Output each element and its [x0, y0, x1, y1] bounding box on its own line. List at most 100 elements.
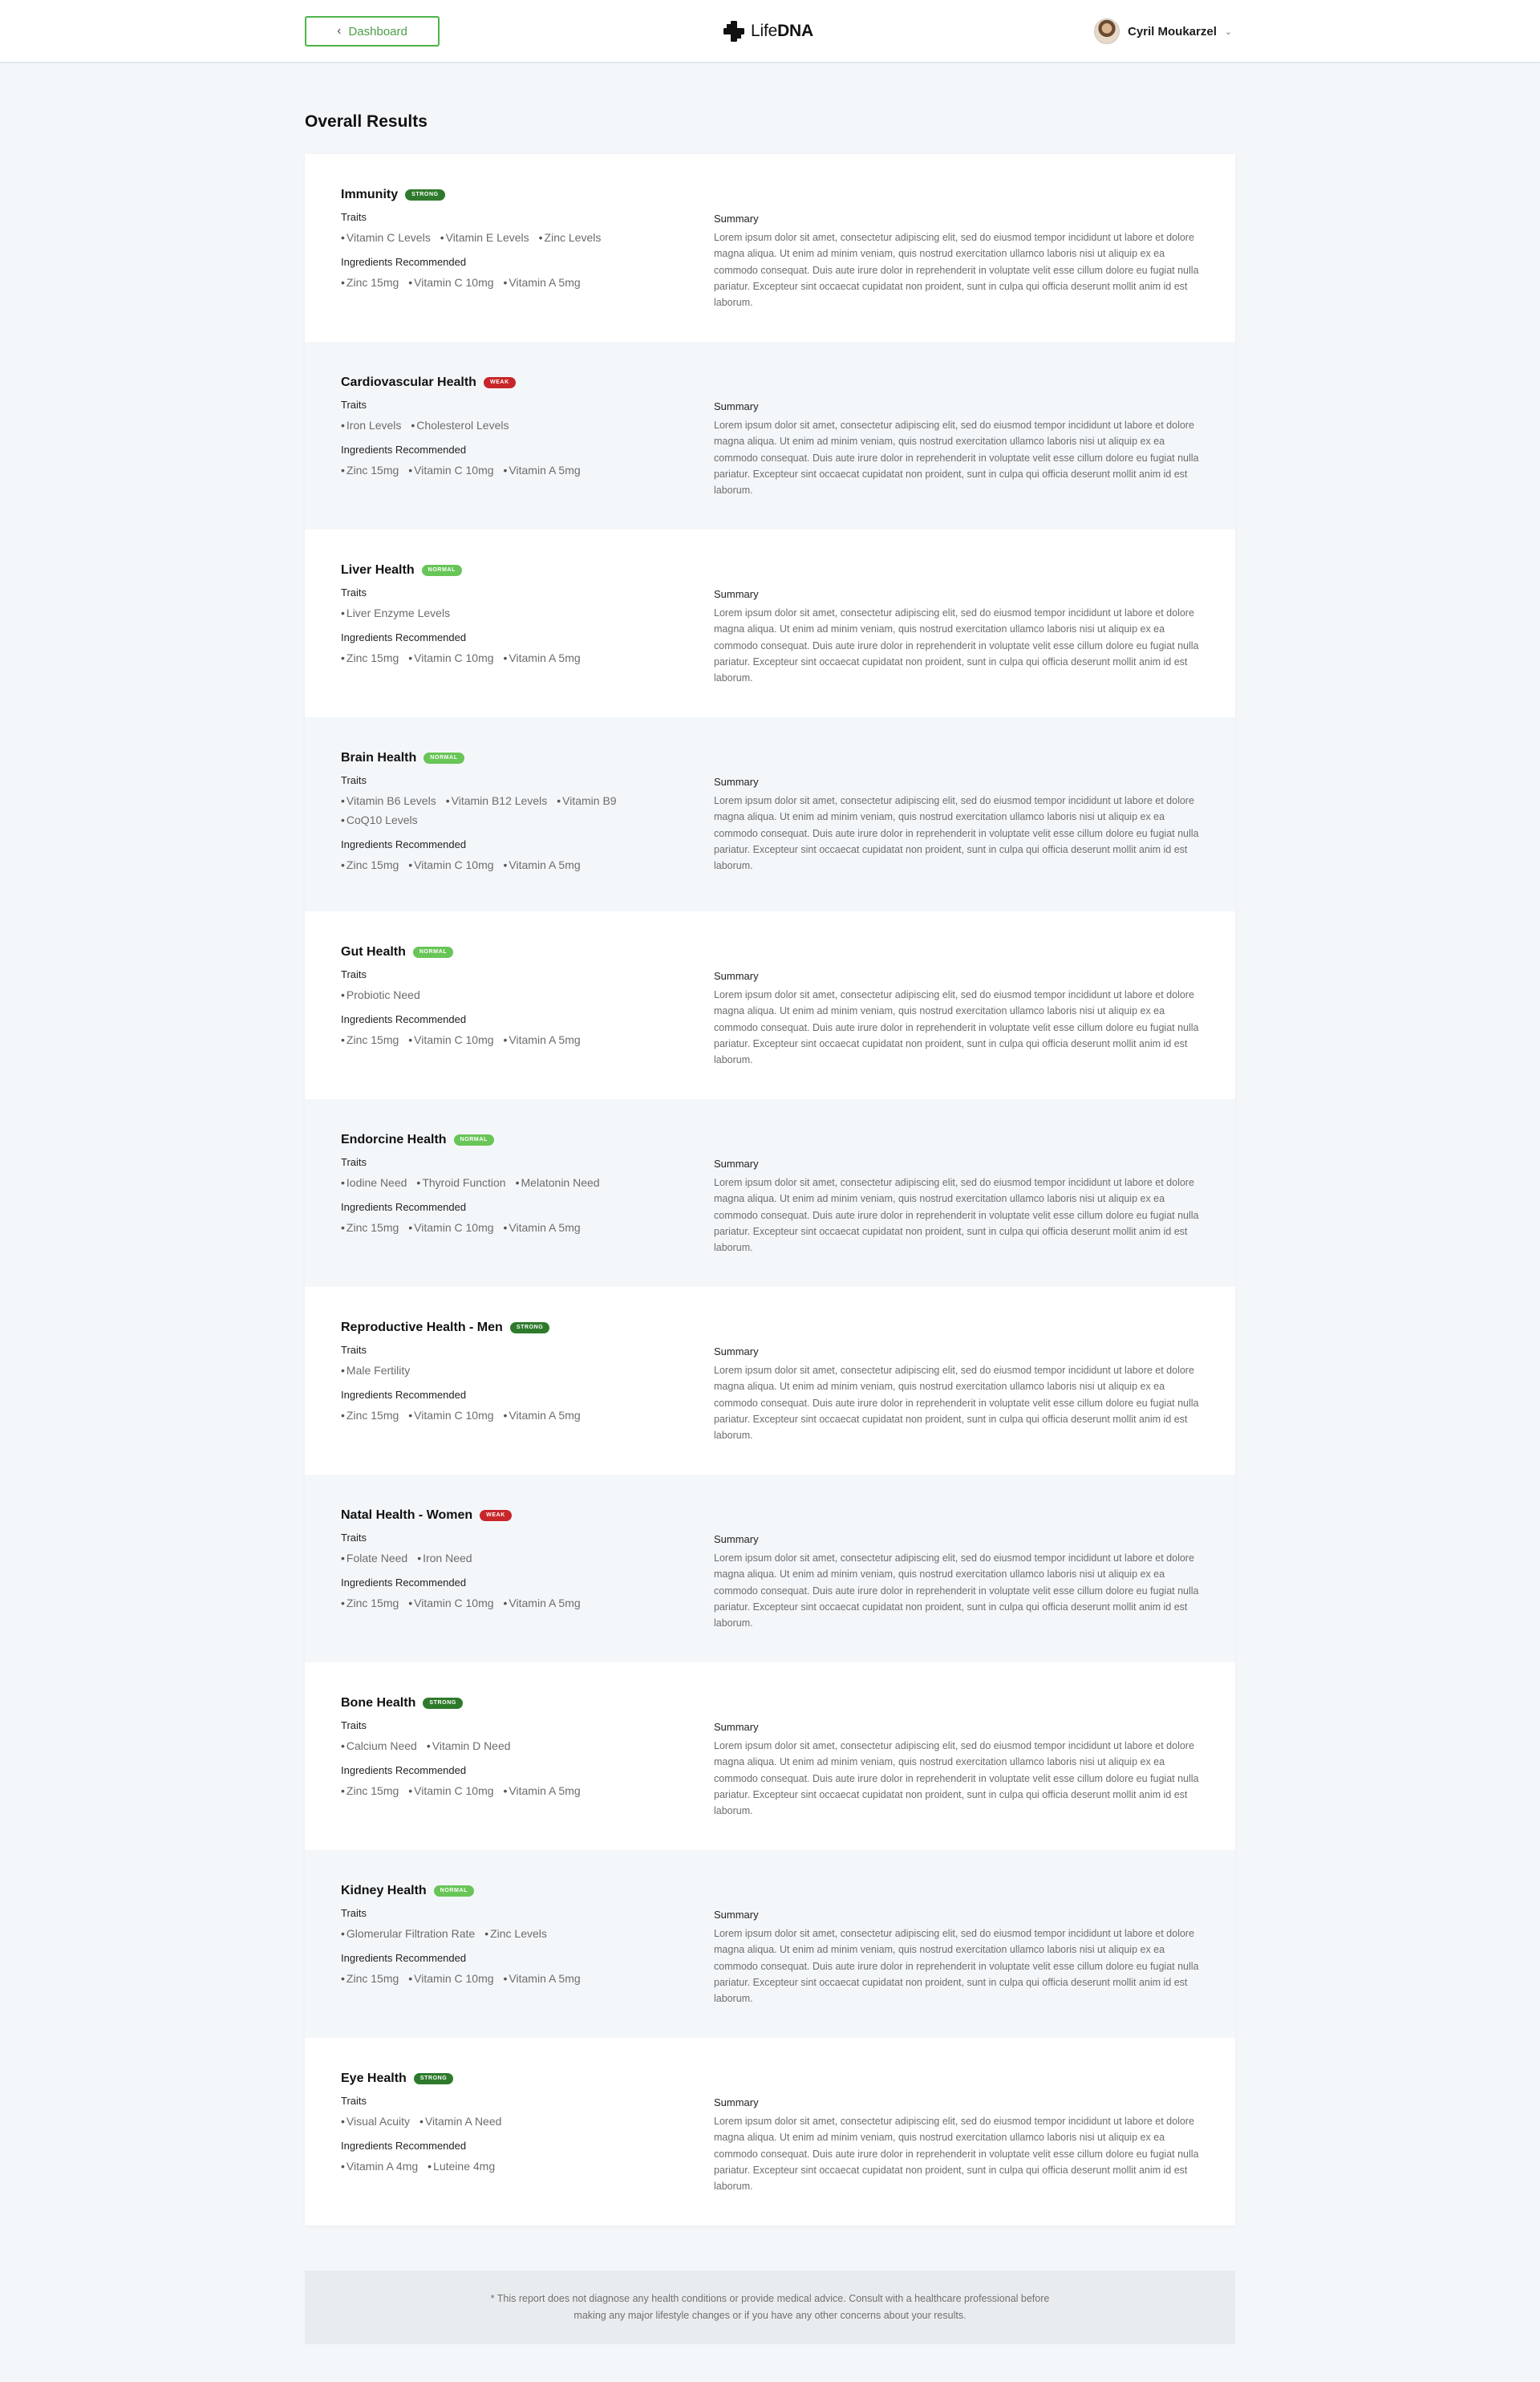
ingredient-item: Zinc 15mg — [341, 1032, 399, 1048]
status-badge: STRONG — [413, 2073, 454, 2084]
ingredients-label: Ingredients Recommended — [341, 631, 467, 643]
ingredients-label: Ingredients Recommended — [341, 1013, 467, 1025]
top-navigation-bar: ‹ Dashboard LifeDNA Cyril Moukarzel ⌄ — [0, 0, 1540, 63]
ingredient-item: Vitamin C 10mg — [408, 1032, 493, 1048]
ingredients-label: Ingredients Recommended — [341, 1389, 467, 1401]
trait-item: Zinc Levels — [539, 229, 602, 246]
ingredients-label: Ingredients Recommended — [341, 1201, 467, 1213]
traits-list: Calcium Need Vitamin D Need — [341, 1738, 686, 1754]
ingredients-label: Ingredients Recommended — [341, 1577, 467, 1589]
ingredients-label: Ingredients Recommended — [341, 444, 467, 456]
result-summary: Summary Lorem ipsum dolor sit amet, cons… — [714, 587, 1211, 686]
result-title: Cardiovascular Health — [341, 375, 476, 389]
result-title: Eye Health — [341, 2072, 407, 2085]
result-header: Endorcine Health NORMAL — [341, 1131, 686, 1149]
traits-list: Iodine Need Thyroid Function Melatonin Nee… — [341, 1175, 686, 1191]
traits-list: Vitamin B6 Levels Vitamin B12 Levels Vitam… — [341, 793, 686, 828]
trait-item: Vitamin E Levels — [440, 229, 529, 246]
result-details: Gut Health NORMAL Traits Probiotic Need … — [341, 943, 686, 1057]
traits-label: Traits — [341, 968, 367, 980]
ingredient-item: Vitamin A 5mg — [504, 650, 580, 666]
status-badge: STRONG — [405, 189, 445, 201]
traits-label: Traits — [341, 211, 367, 223]
trait-item: Male Fertility — [341, 1362, 410, 1378]
ingredients-list: Zinc 15mg Vitamin C 10mg Vitamin A 5mg — [341, 1032, 686, 1048]
result-details: Immunity STRONG Traits Vitamin C Levels V… — [341, 186, 686, 300]
ingredients-list: Zinc 15mg Vitamin C 10mg Vitamin A 5mg — [341, 857, 686, 873]
summary-label: Summary — [714, 400, 759, 412]
traits-list: Iron Levels Cholesterol Levels — [341, 417, 686, 433]
summary-label: Summary — [714, 1533, 759, 1545]
status-badge: NORMAL — [433, 1885, 475, 1897]
summary-text: Lorem ipsum dolor sit amet, consectetur … — [714, 420, 1199, 497]
trait-item: Glomerular Filtration Rate — [341, 1925, 475, 1942]
ingredient-item: Luteine 4mg — [428, 2158, 495, 2174]
ingredient-item: Vitamin C 10mg — [408, 1970, 493, 1986]
result-header: Bone Health STRONG — [341, 1694, 686, 1712]
ingredient-item: Zinc 15mg — [341, 274, 399, 290]
trait-item: Thyroid Function — [416, 1175, 505, 1191]
ingredients-list: Zinc 15mg Vitamin C 10mg Vitamin A 5mg — [341, 1595, 686, 1611]
summary-label: Summary — [714, 2096, 759, 2108]
ingredient-item: Vitamin A 5mg — [504, 1783, 580, 1799]
result-details: Cardiovascular Health WEAK Traits Iron L… — [341, 374, 686, 488]
result-summary: Summary Lorem ipsum dolor sit amet, cons… — [714, 969, 1211, 1068]
page-title: Overall Results — [305, 112, 428, 131]
ingredients-label: Ingredients Recommended — [341, 256, 467, 268]
result-header: Liver Health NORMAL — [341, 562, 686, 579]
trait-item: Vitamin C Levels — [341, 229, 431, 246]
summary-label: Summary — [714, 970, 759, 982]
ingredient-item: Vitamin A 5mg — [504, 857, 580, 873]
back-button-label: Dashboard — [348, 24, 407, 39]
trait-item: Vitamin B6 Levels — [341, 793, 436, 809]
trait-item: Probiotic Need — [341, 987, 420, 1003]
result-row: Cardiovascular Health WEAK Traits Iron L… — [305, 342, 1235, 530]
result-summary: Summary Lorem ipsum dolor sit amet, cons… — [714, 1157, 1211, 1256]
result-details: Kidney Health NORMAL Traits Glomerular F… — [341, 1882, 686, 1996]
result-details: Liver Health NORMAL Traits Liver Enzyme … — [341, 562, 686, 676]
trait-item: Calcium Need — [341, 1738, 417, 1754]
results-list: Immunity STRONG Traits Vitamin C Levels V… — [305, 154, 1235, 2226]
ingredients-list: Vitamin A 4mg Luteine 4mg — [341, 2158, 686, 2174]
summary-text: Lorem ipsum dolor sit amet, consectetur … — [714, 1552, 1199, 1629]
back-to-dashboard-button[interactable]: ‹ Dashboard — [305, 16, 440, 47]
traits-label: Traits — [341, 1344, 367, 1356]
traits-label: Traits — [341, 1532, 367, 1544]
ingredients-list: Zinc 15mg Vitamin C 10mg Vitamin A 5mg — [341, 462, 686, 478]
traits-label: Traits — [341, 1907, 367, 1919]
summary-text: Lorem ipsum dolor sit amet, consectetur … — [714, 1177, 1199, 1254]
trait-item: Vitamin D Need — [427, 1738, 511, 1754]
ingredients-list: Zinc 15mg Vitamin C 10mg Vitamin A 5mg — [341, 274, 686, 290]
trait-item: Visual Acuity — [341, 2113, 410, 2129]
trait-item: Folate Need — [341, 1550, 407, 1566]
result-title: Liver Health — [341, 563, 415, 577]
lifedna-logo[interactable]: LifeDNA — [722, 18, 813, 45]
result-title: Brain Health — [341, 751, 417, 765]
traits-label: Traits — [341, 1719, 367, 1731]
traits-label: Traits — [341, 774, 367, 786]
result-title: Endorcine Health — [341, 1133, 447, 1146]
trait-item: Vitamin A Need — [419, 2113, 501, 2129]
summary-label: Summary — [714, 1345, 759, 1357]
ingredients-label: Ingredients Recommended — [341, 1952, 467, 1964]
result-header: Natal Health - Women WEAK — [341, 1507, 686, 1524]
ingredients-label: Ingredients Recommended — [341, 2140, 467, 2152]
result-title: Immunity — [341, 188, 399, 201]
result-header: Eye Health STRONG — [341, 2070, 686, 2088]
user-menu[interactable]: Cyril Moukarzel ⌄ — [1094, 18, 1232, 45]
result-row: Brain Health NORMAL Traits Vitamin B6 Le… — [305, 717, 1235, 911]
ingredient-item: Zinc 15mg — [341, 1970, 399, 1986]
result-header: Reproductive Health - Men STRONG — [341, 1319, 686, 1337]
status-badge: NORMAL — [453, 1134, 494, 1146]
result-summary: Summary Lorem ipsum dolor sit amet, cons… — [714, 1532, 1211, 1631]
logo-wordmark: LifeDNA — [751, 22, 813, 40]
result-details: Reproductive Health - Men STRONG Traits … — [341, 1319, 686, 1433]
traits-label: Traits — [341, 586, 367, 599]
trait-item: Liver Enzyme Levels — [341, 605, 450, 621]
result-details: Natal Health - Women WEAK Traits Folate … — [341, 1507, 686, 1621]
result-details: Eye Health STRONG Traits Visual AcuityVi… — [341, 2070, 686, 2184]
ingredients-list: Zinc 15mg Vitamin C 10mg Vitamin A 5mg — [341, 1219, 686, 1236]
traits-list: Male Fertility — [341, 1362, 686, 1378]
result-details: Brain Health NORMAL Traits Vitamin B6 Le… — [341, 749, 686, 883]
ingredient-item: Vitamin A 5mg — [504, 1032, 580, 1048]
